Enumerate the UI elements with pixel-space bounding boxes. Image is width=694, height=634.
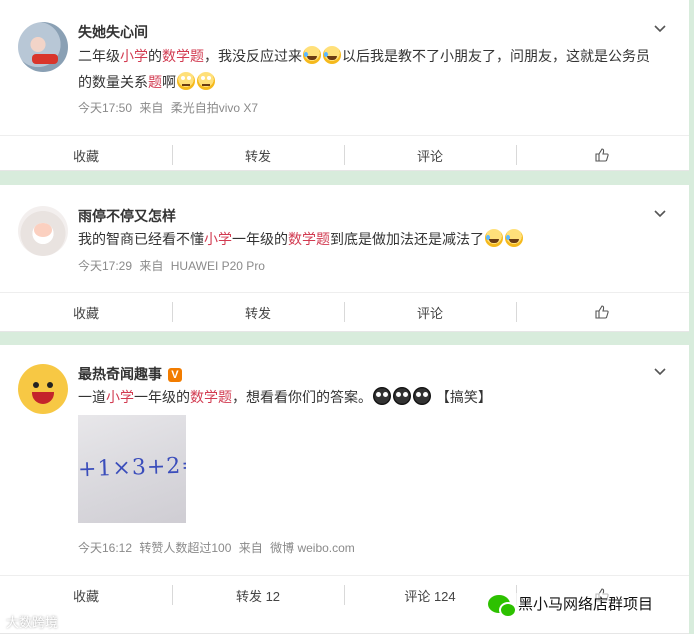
repost-note: 转赞人数超过100 bbox=[139, 541, 232, 555]
post-image-text: +1×3+2=? bbox=[78, 452, 186, 483]
from-label: 来自 bbox=[139, 259, 164, 273]
eye-roll-emoji-icon bbox=[177, 72, 195, 90]
post-text: 二年级小学的数学题，我没反应过来 以后我是教不了小朋友了，问朋友，这就是公务员 的… bbox=[78, 46, 650, 90]
watermark-right-text: 黑小马网络店群项目 bbox=[518, 596, 654, 613]
laugh-cry-emoji-icon bbox=[323, 46, 341, 64]
post-meta: 今天17:50 来自 柔光自拍vivo X7 bbox=[78, 99, 262, 116]
post-text: 我的智商已经看不懂小学一年级的数学题到底是做加法还是减法了 bbox=[78, 226, 668, 252]
post-meta: 今天17:29 来自 HUAWEI P20 Pro bbox=[78, 257, 269, 274]
chevron-down-icon[interactable] bbox=[654, 207, 666, 219]
keyword-highlight: 数学题 bbox=[288, 231, 330, 247]
favorite-button[interactable]: 收藏 bbox=[0, 136, 172, 174]
post-time[interactable]: 今天17:50 bbox=[78, 101, 132, 115]
laugh-cry-emoji-icon bbox=[505, 229, 523, 247]
tearful-emoji-icon bbox=[393, 387, 411, 405]
post-time[interactable]: 今天16:12 bbox=[78, 541, 132, 555]
repost-button[interactable]: 转发 bbox=[172, 136, 344, 174]
tearful-emoji-icon bbox=[373, 387, 391, 405]
comment-button[interactable]: 评论 bbox=[344, 136, 516, 174]
laugh-cry-emoji-icon bbox=[303, 46, 321, 64]
keyword-highlight: 小学 bbox=[120, 48, 148, 64]
favorite-button[interactable]: 收藏 bbox=[0, 576, 172, 614]
username[interactable]: 雨停不停又怎样 bbox=[78, 206, 176, 226]
like-button[interactable] bbox=[516, 293, 688, 331]
laugh-cry-emoji-icon bbox=[485, 229, 503, 247]
avatar[interactable] bbox=[18, 206, 68, 256]
verified-badge-icon: V bbox=[167, 368, 182, 382]
post-text: 一道小学一年级的数学题，想看看你们的答案。 【搞笑】 bbox=[78, 387, 492, 405]
keyword-highlight: 小学 bbox=[204, 231, 232, 247]
keyword-highlight: 数学题 bbox=[190, 389, 232, 405]
topic-tag[interactable]: 【搞笑】 bbox=[436, 389, 492, 405]
keyword-highlight: 题 bbox=[148, 74, 162, 90]
chevron-down-icon[interactable] bbox=[654, 22, 666, 34]
thumbs-up-icon bbox=[595, 305, 609, 319]
chevron-down-icon[interactable] bbox=[654, 365, 666, 377]
comment-button[interactable]: 评论 bbox=[344, 293, 516, 331]
favorite-button[interactable]: 收藏 bbox=[0, 293, 172, 331]
post-meta: 今天16:12 转赞人数超过100 来自 微博 weibo.com bbox=[78, 539, 359, 556]
post-source[interactable]: HUAWEI P20 Pro bbox=[171, 259, 265, 273]
tearful-emoji-icon bbox=[413, 387, 431, 405]
post-source[interactable]: 微博 weibo.com bbox=[270, 541, 355, 555]
wechat-icon bbox=[488, 594, 517, 618]
keyword-highlight: 数学题 bbox=[162, 48, 204, 64]
username[interactable]: 失她失心间 bbox=[78, 22, 148, 42]
eye-roll-emoji-icon bbox=[197, 72, 215, 90]
keyword-highlight: 小学 bbox=[106, 389, 134, 405]
avatar[interactable] bbox=[18, 364, 68, 414]
like-button[interactable] bbox=[516, 136, 688, 174]
post-time[interactable]: 今天17:29 bbox=[78, 259, 132, 273]
username[interactable]: 最热奇闻趣事 V bbox=[78, 364, 182, 384]
from-label: 来自 bbox=[238, 541, 263, 555]
avatar[interactable] bbox=[18, 22, 68, 72]
watermark-right: 黑小马网络店群项目 bbox=[488, 593, 654, 618]
from-label: 来自 bbox=[139, 101, 164, 115]
repost-button[interactable]: 转发 12 bbox=[172, 576, 344, 614]
post-image[interactable]: +1×3+2=? bbox=[78, 415, 186, 523]
watermark-left: 大数跨境 bbox=[6, 615, 59, 630]
post-source[interactable]: 柔光自拍vivo X7 bbox=[171, 101, 258, 115]
action-bar: 收藏 转发 评论 bbox=[0, 292, 689, 331]
post-card: 失她失心间 二年级小学的数学题，我没反应过来 以后我是教不了小朋友了，问朋友，这就… bbox=[0, 0, 689, 171]
thumbs-up-icon bbox=[595, 148, 609, 162]
action-bar: 收藏 转发 评论 bbox=[0, 135, 689, 174]
repost-button[interactable]: 转发 bbox=[172, 293, 344, 331]
